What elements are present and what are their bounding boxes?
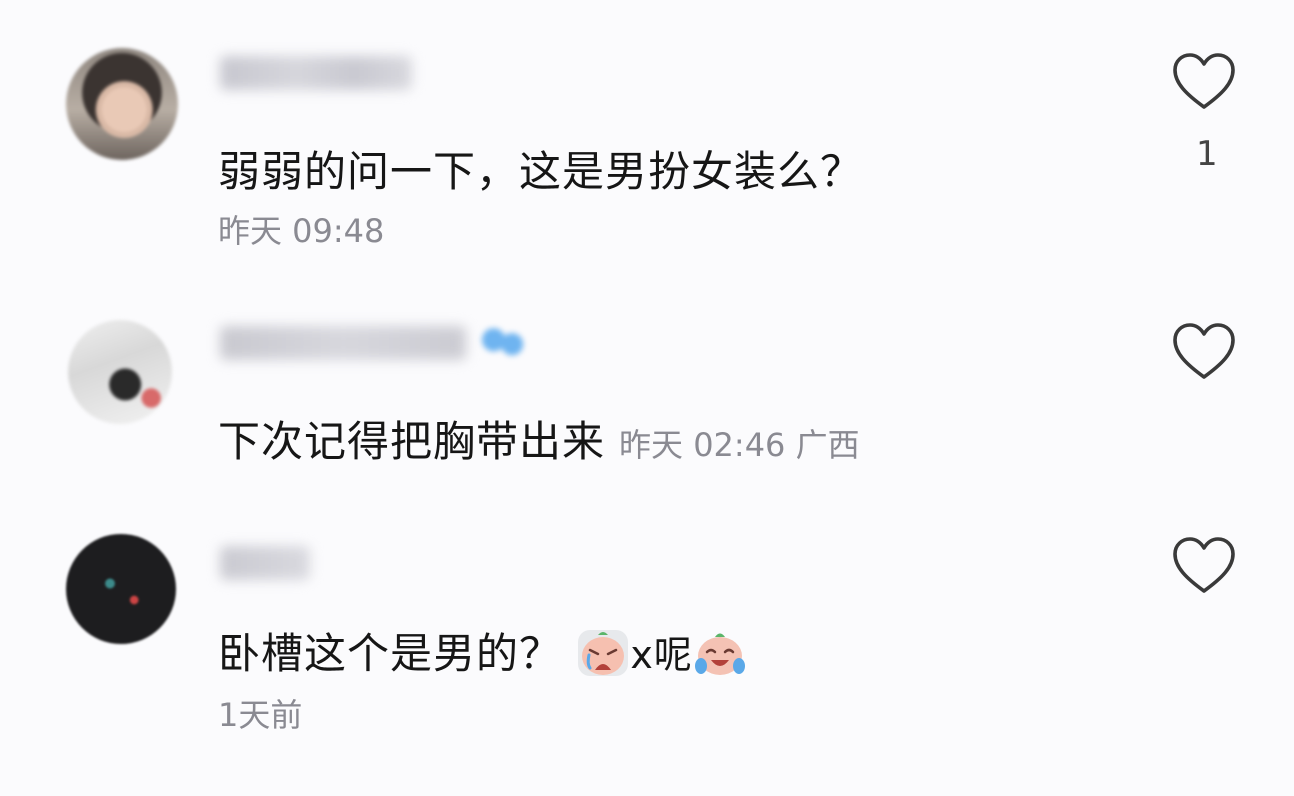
crying-face-emoji bbox=[576, 626, 630, 680]
comment-timestamp: 1天前 bbox=[218, 696, 303, 734]
comment-text-line: 下次记得把胸带出来 昨天 02:46 广西 bbox=[218, 408, 860, 469]
comment-text: 卧槽这个是男的？ bbox=[218, 629, 563, 678]
like-button[interactable] bbox=[1172, 52, 1236, 112]
comment-text-line: 卧槽这个是男的？ x呢 bbox=[218, 620, 747, 684]
tears-of-joy-emoji bbox=[693, 626, 747, 680]
heart-outline-icon bbox=[1173, 53, 1235, 109]
comment-text: 下次记得把胸带出来 bbox=[218, 417, 606, 466]
comment-list: 弱弱的问一下，这是男扮女装么？ 昨天 09:48 1 下次记得把胸带出来 昨天 0… bbox=[0, 0, 1294, 796]
comment-timestamp: 昨天 02:46 广西 bbox=[619, 426, 860, 464]
comment-timestamp: 昨天 09:48 bbox=[218, 212, 385, 250]
comment-text-suffix: x呢 bbox=[630, 633, 693, 677]
comment-text: 弱弱的问一下，这是男扮女装么？ bbox=[218, 147, 864, 196]
username-blurred[interactable] bbox=[220, 56, 412, 90]
like-count: 1 bbox=[1196, 134, 1218, 174]
heart-outline-icon bbox=[1173, 537, 1235, 593]
avatar[interactable] bbox=[68, 320, 172, 424]
username-blurred[interactable] bbox=[220, 326, 466, 360]
like-button[interactable] bbox=[1172, 536, 1236, 596]
username-blurred[interactable] bbox=[220, 546, 310, 580]
avatar[interactable] bbox=[66, 48, 178, 160]
verified-badge-icon bbox=[474, 320, 530, 364]
like-button[interactable] bbox=[1172, 322, 1236, 382]
heart-outline-icon bbox=[1173, 323, 1235, 379]
avatar[interactable] bbox=[66, 534, 176, 644]
